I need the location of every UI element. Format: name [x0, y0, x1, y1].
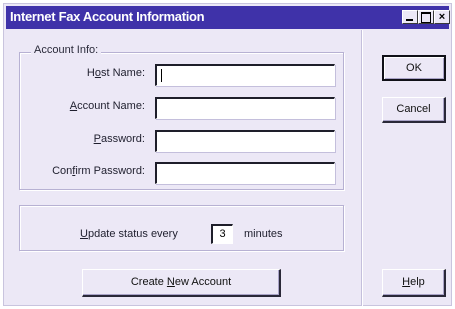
host-name-input[interactable] [155, 64, 335, 86]
host-name-label: Host Name: [86, 67, 145, 79]
account-name-label: Account Name: [69, 100, 145, 112]
dialog-window: Internet Fax Account Information × Accou… [3, 3, 452, 306]
password-input[interactable] [155, 130, 335, 152]
minutes-label: minutes [244, 228, 283, 240]
help-button[interactable]: Help [382, 269, 446, 297]
update-status-label: Update status every [80, 228, 178, 240]
minimize-button[interactable] [402, 10, 418, 24]
confirm-password-input[interactable] [155, 162, 335, 184]
create-new-account-button[interactable]: Create New Account [82, 269, 281, 297]
password-label: Password: [93, 133, 145, 145]
update-status-panel [19, 205, 344, 251]
maximize-button[interactable] [418, 10, 434, 24]
close-icon: × [438, 11, 446, 23]
update-interval-input[interactable]: 3 [211, 224, 233, 244]
ok-button[interactable]: OK [382, 55, 446, 81]
window-title: Internet Fax Account Information [10, 9, 205, 24]
account-info-legend: Account Info: [31, 44, 102, 56]
account-name-input[interactable] [155, 97, 335, 119]
vertical-divider [361, 30, 363, 306]
title-bar[interactable]: Internet Fax Account Information × [6, 6, 450, 29]
text-caret [161, 69, 162, 82]
close-button[interactable]: × [434, 10, 450, 24]
maximize-icon [421, 12, 431, 23]
cancel-button[interactable]: Cancel [382, 97, 446, 123]
confirm-password-label: Confirm Password: [52, 165, 145, 177]
minimize-icon [406, 19, 413, 21]
